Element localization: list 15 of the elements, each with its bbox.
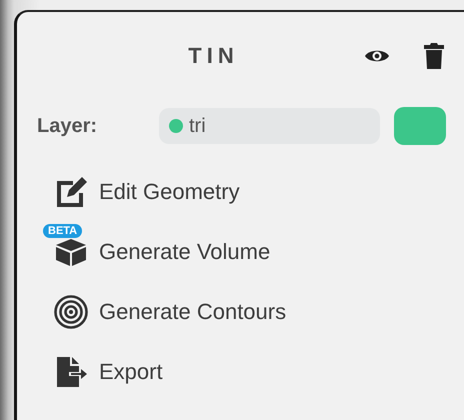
beta-badge: BETA (43, 224, 82, 238)
cube-icon (54, 237, 88, 267)
trash-icon (424, 42, 444, 70)
layer-select[interactable]: tri (159, 108, 380, 144)
color-swatch[interactable] (394, 107, 446, 145)
delete-button[interactable] (424, 42, 444, 70)
menu-item[interactable]: Generate Volume BETA (39, 222, 282, 282)
eye-icon (364, 48, 390, 64)
menu-item[interactable]: Edit Geometry (39, 162, 252, 222)
menu-item[interactable]: Generate Contours (39, 282, 298, 342)
panel-title: TIN (187, 43, 240, 69)
menu-item[interactable]: Export (39, 342, 175, 402)
contours-icon (53, 294, 89, 330)
visibility-button[interactable] (364, 48, 390, 64)
layer-label: Layer: (37, 114, 98, 138)
